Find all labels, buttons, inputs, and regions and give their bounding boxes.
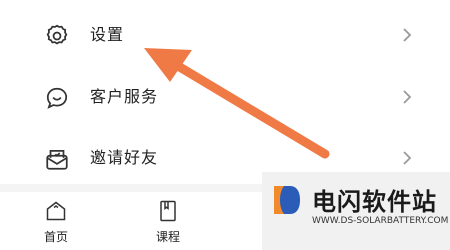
tab-label: 首页 [43, 230, 68, 244]
chat-bubble-icon [46, 87, 68, 109]
site-logo [274, 186, 300, 214]
menu-item-customer-service[interactable]: 客户服务 [0, 65, 450, 125]
book-icon [160, 200, 176, 222]
watermark: 电闪软件站 WWW.DS-SOLARBATTERY.COM [262, 172, 450, 250]
chevron-right-icon [403, 151, 412, 165]
watermark-url: WWW.DS-SOLARBATTERY.COM [312, 216, 449, 226]
settings-menu: 设置 客户服务 邀请好友 [0, 0, 450, 185]
tab-home[interactable]: 首页 [16, 192, 96, 250]
menu-item-settings[interactable]: 设置 [0, 3, 450, 63]
tab-course[interactable]: 课程 [128, 192, 208, 250]
watermark-title: 电闪软件站 [312, 188, 437, 216]
chevron-right-icon [403, 28, 412, 42]
tab-label: 课程 [155, 230, 180, 244]
menu-item-label: 邀请好友 [90, 148, 159, 167]
menu-item-label: 客户服务 [90, 87, 159, 106]
chevron-right-icon [403, 90, 412, 104]
invite-envelope-icon [46, 150, 68, 170]
gear-icon [46, 24, 68, 45]
home-icon [46, 201, 66, 221]
menu-item-label: 设置 [90, 25, 125, 44]
